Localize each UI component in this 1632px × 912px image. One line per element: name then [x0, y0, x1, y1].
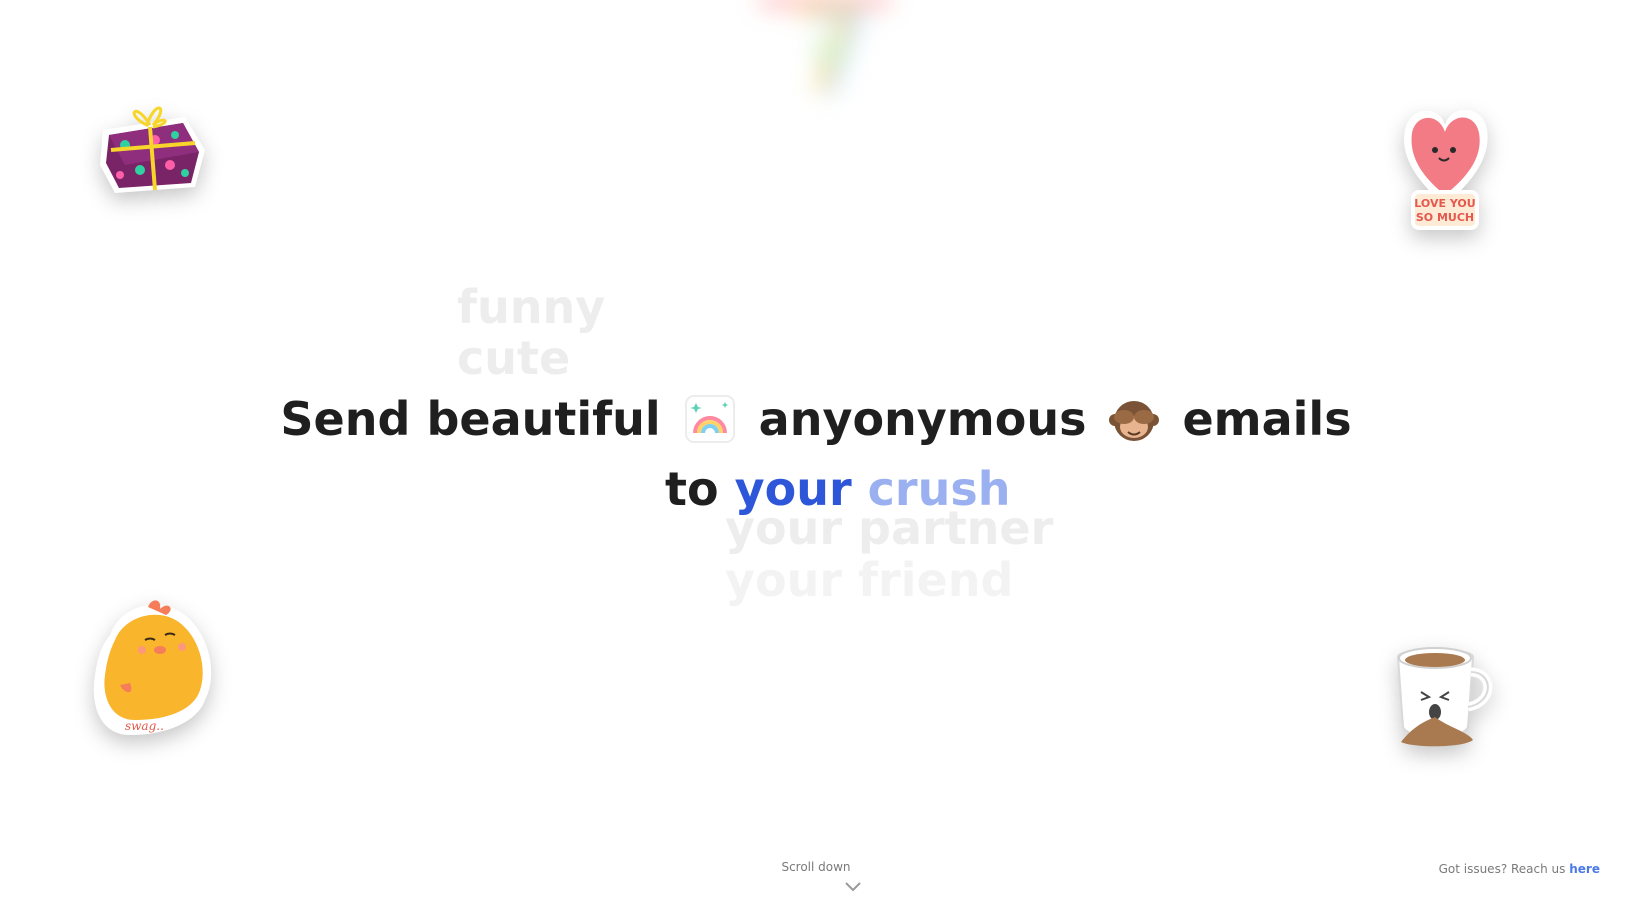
svg-text:SO MUCH: SO MUCH [1416, 211, 1474, 224]
see-no-evil-monkey-emoji-icon [1108, 395, 1160, 456]
headline-prefix: Send beautiful [280, 392, 661, 446]
footer-here-link[interactable]: here [1569, 862, 1600, 876]
rainbow-emoji-icon [683, 393, 737, 456]
landing-page: LOVE YOU SO MUCH swag.. funny cute Send … [0, 0, 1632, 912]
coffee-cup-sticker [1396, 647, 1493, 747]
rotating-word-cute: cute [457, 331, 571, 385]
headline-line-1: Send beautiful anyonymous emails [0, 392, 1632, 456]
chick-swag-sticker: swag.. [93, 600, 212, 735]
footer-contact: Got issues? Reach us here [1439, 862, 1600, 876]
rotating-word-your-partner: your partner [725, 501, 1054, 555]
scroll-down-label[interactable]: Scroll down [0, 860, 1632, 874]
headline-to: to [665, 462, 719, 516]
headline-middle: anyonymous [758, 392, 1087, 446]
chevron-down-icon[interactable] [844, 881, 862, 893]
footer-text: Got issues? Reach us [1438, 862, 1566, 876]
headline-suffix: emails [1182, 392, 1352, 446]
heart-love-you-sticker: LOVE YOU SO MUCH [1404, 109, 1488, 230]
svg-text:swag..: swag.. [125, 719, 164, 733]
rotating-word-funny: funny [457, 280, 606, 334]
svg-text:LOVE YOU: LOVE YOU [1414, 197, 1475, 210]
rotating-word-your-friend: your friend [725, 553, 1014, 607]
blurred-decoration-icon [760, 0, 890, 97]
gift-sticker [100, 106, 205, 193]
